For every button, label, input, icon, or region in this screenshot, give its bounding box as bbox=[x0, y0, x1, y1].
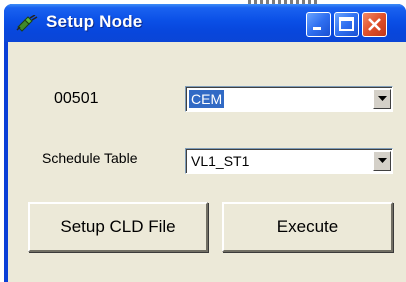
maximize-button[interactable] bbox=[334, 12, 359, 37]
setup-node-dialog: Setup Node 00501 CEM Schedule Table VL1_… bbox=[4, 4, 406, 282]
node-select[interactable]: CEM bbox=[185, 86, 393, 112]
schedule-table-select[interactable]: VL1_ST1 bbox=[185, 148, 393, 174]
schedule-table-dropdown-button[interactable] bbox=[373, 151, 391, 171]
title-bar[interactable]: Setup Node bbox=[4, 4, 406, 42]
schedule-table-value: VL1_ST1 bbox=[191, 153, 250, 169]
close-icon bbox=[368, 18, 381, 31]
minimize-icon bbox=[313, 27, 321, 30]
schedule-table-label: Schedule Table bbox=[42, 150, 138, 166]
plug-icon bbox=[16, 14, 38, 32]
maximize-icon bbox=[339, 17, 354, 31]
chevron-down-icon bbox=[378, 158, 387, 163]
window-title: Setup Node bbox=[46, 12, 143, 31]
node-id-label: 00501 bbox=[54, 90, 99, 107]
close-button[interactable] bbox=[362, 12, 387, 37]
execute-button[interactable]: Execute bbox=[222, 202, 393, 252]
node-select-value: CEM bbox=[189, 90, 225, 108]
chevron-down-icon bbox=[378, 96, 387, 101]
minimize-button[interactable] bbox=[306, 12, 331, 37]
dialog-client-area: 00501 CEM Schedule Table VL1_ST1 Setup C… bbox=[8, 42, 406, 282]
setup-cld-file-button[interactable]: Setup CLD File bbox=[28, 202, 208, 252]
node-select-dropdown-button[interactable] bbox=[373, 89, 391, 109]
